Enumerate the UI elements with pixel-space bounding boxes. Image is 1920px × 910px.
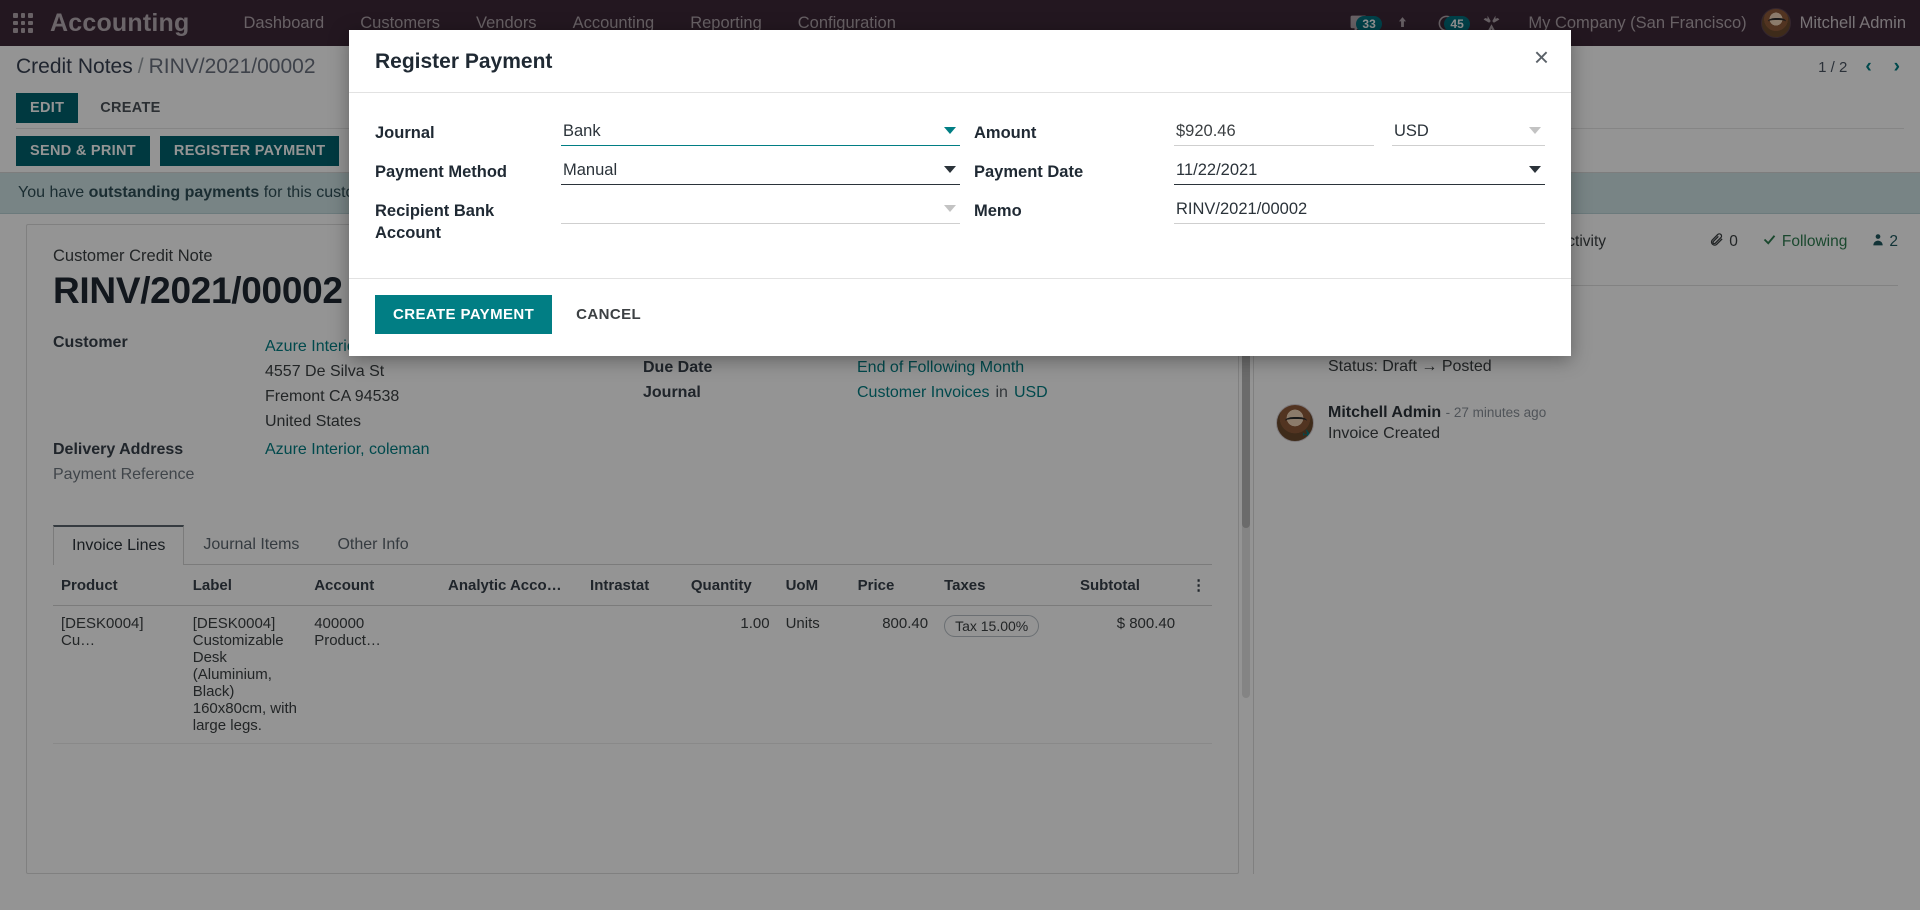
amount-field-label: Amount bbox=[974, 124, 1037, 142]
cancel-button[interactable]: CANCEL bbox=[566, 295, 651, 334]
chevron-down-icon[interactable] bbox=[944, 127, 956, 134]
payment-date-field-label: Payment Date bbox=[974, 163, 1084, 181]
amount-input[interactable] bbox=[1174, 119, 1374, 146]
payment-date-field bbox=[1174, 158, 1545, 185]
odoo-accounting-screen: Accounting Dashboard Customers Vendors A… bbox=[0, 0, 1920, 910]
journal-field-label: Journal bbox=[375, 124, 435, 142]
recipient-bank-account-field-label: Recipient Bank Account bbox=[375, 202, 495, 242]
close-icon[interactable]: × bbox=[1534, 44, 1549, 70]
memo-field bbox=[1174, 197, 1545, 224]
dialog-right-column: Amount Payment Date Memo bbox=[960, 119, 1545, 244]
currency-input[interactable] bbox=[1392, 119, 1545, 146]
payment-method-field-label: Payment Method bbox=[375, 163, 508, 181]
recipient-bank-account-input[interactable] bbox=[561, 197, 960, 224]
chevron-down-icon[interactable] bbox=[944, 205, 956, 212]
recipient-bank-account-field bbox=[561, 197, 960, 244]
dialog-footer: CREATE PAYMENT CANCEL bbox=[349, 278, 1571, 356]
dialog-header: Register Payment × bbox=[349, 30, 1571, 93]
chevron-down-icon[interactable] bbox=[1529, 127, 1541, 134]
payment-method-input[interactable] bbox=[561, 158, 960, 185]
create-payment-button[interactable]: CREATE PAYMENT bbox=[375, 295, 553, 334]
memo-input[interactable] bbox=[1174, 197, 1545, 224]
dialog-left-column: Journal Payment Method Recipient Bank Ac… bbox=[375, 119, 960, 244]
chevron-down-icon[interactable] bbox=[1529, 166, 1541, 173]
journal-field bbox=[561, 119, 960, 146]
currency-field bbox=[1392, 119, 1545, 146]
register-payment-dialog: Register Payment × Journal Payment Metho… bbox=[349, 30, 1571, 356]
amount-field bbox=[1174, 119, 1374, 146]
payment-date-input[interactable] bbox=[1174, 158, 1545, 185]
memo-field-label: Memo bbox=[974, 202, 1022, 220]
payment-method-field bbox=[561, 158, 960, 185]
dialog-body: Journal Payment Method Recipient Bank Ac… bbox=[349, 93, 1571, 278]
journal-input[interactable] bbox=[561, 119, 960, 146]
chevron-down-icon[interactable] bbox=[944, 166, 956, 173]
dialog-title: Register Payment bbox=[375, 50, 553, 73]
amount-currency-row bbox=[1174, 119, 1545, 146]
